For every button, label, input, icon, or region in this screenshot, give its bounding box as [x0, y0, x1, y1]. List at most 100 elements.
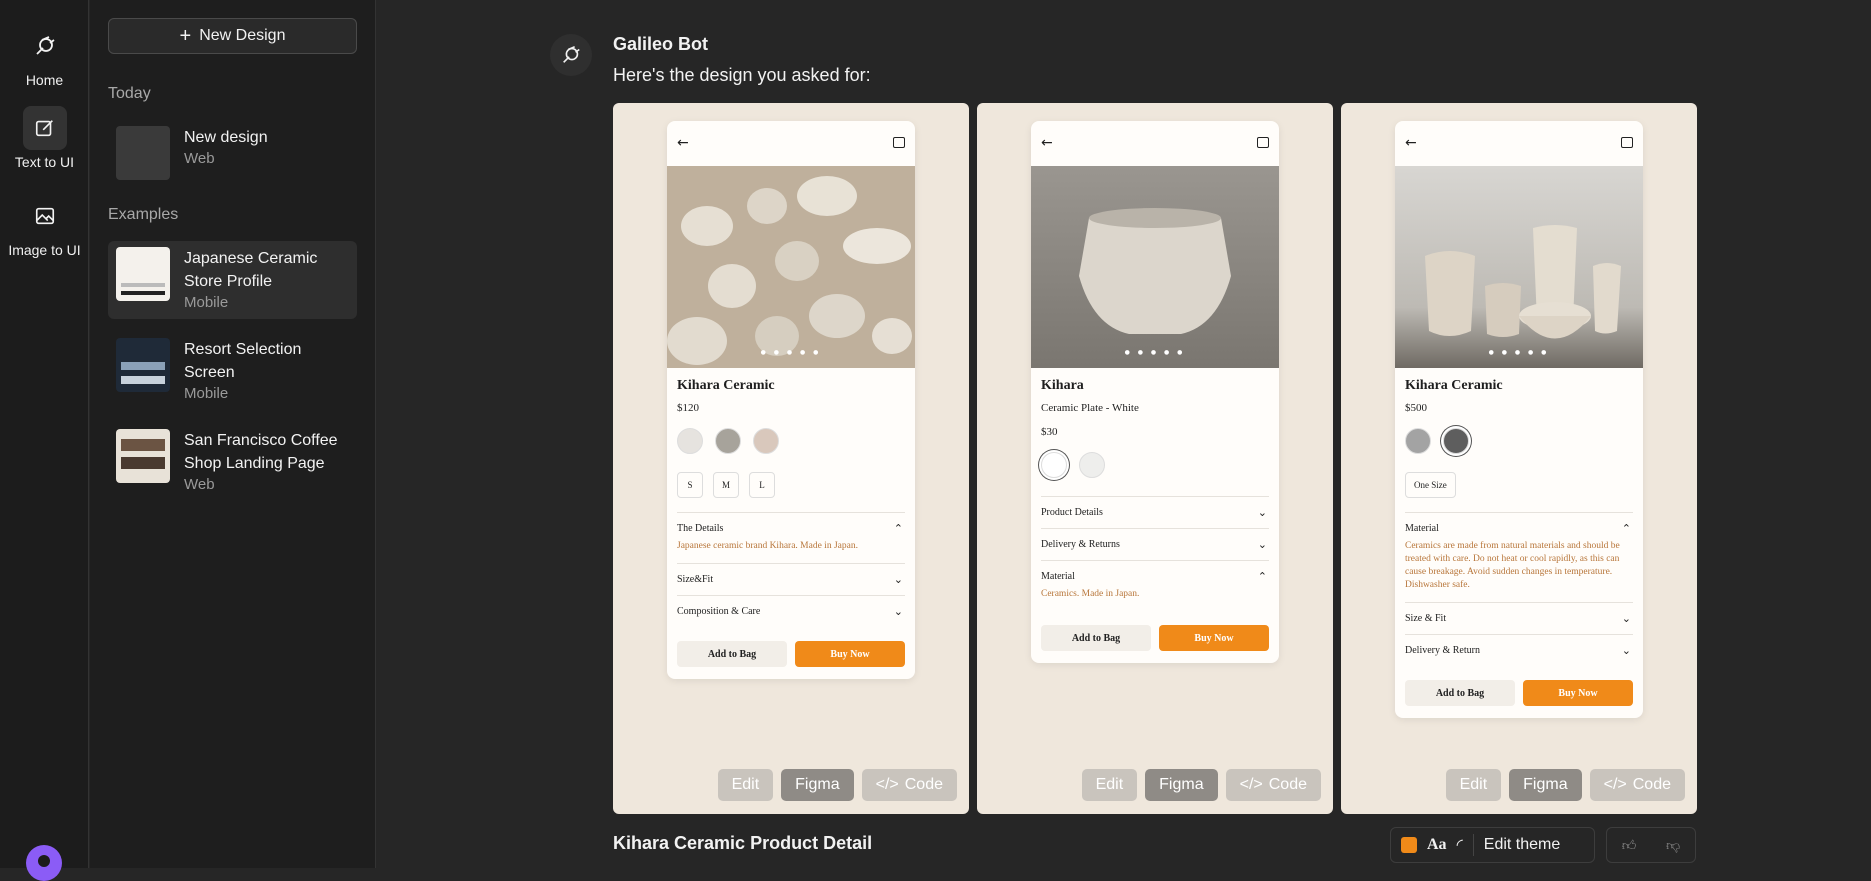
design-card[interactable]: ← ● ● ● ● ● Kihara Ceramic $120 S M L Th…: [613, 103, 969, 814]
accordion-label: Size&Fit: [677, 574, 714, 585]
code-label: Code: [904, 776, 943, 793]
bot-message: Here's the design you asked for:: [613, 65, 871, 85]
product-title: Kihara Ceramic: [1405, 378, 1503, 393]
accordion-label: Material: [1405, 523, 1439, 534]
size-option[interactable]: One Size: [1405, 472, 1456, 498]
history-item[interactable]: New design Web: [108, 120, 357, 186]
figma-button[interactable]: Figma: [1509, 769, 1582, 801]
corner-radius-icon[interactable]: ◜: [1457, 835, 1463, 855]
rail-image-to-ui-label: Image to UI: [8, 242, 81, 258]
rail-text-to-ui[interactable]: Text to UI: [0, 106, 89, 170]
chevron-up-icon: ⌃: [893, 522, 903, 535]
design-thumbnail: [116, 126, 170, 180]
accordion-material[interactable]: Material ⌃ Ceramics are made from natura…: [1405, 512, 1633, 602]
size-option[interactable]: M: [713, 472, 740, 498]
edit-theme-button[interactable]: Edit theme: [1484, 836, 1560, 854]
product-price: $30: [1041, 426, 1058, 438]
nav-rail: Home Text to UI Image to UI: [0, 0, 89, 881]
new-design-button[interactable]: + New Design: [108, 18, 357, 54]
new-design-label: New Design: [199, 27, 286, 44]
font-label[interactable]: Aa: [1427, 836, 1447, 854]
color-swatch[interactable]: [1041, 452, 1067, 478]
accordion-composition[interactable]: Composition & Care ⌄: [677, 595, 905, 627]
design-thumbnail: [116, 429, 170, 483]
code-button[interactable]: </> Code: [1589, 769, 1685, 801]
add-to-bag-button[interactable]: Add to Bag: [1041, 625, 1151, 651]
figma-button[interactable]: Figma: [781, 769, 854, 801]
buy-now-button[interactable]: Buy Now: [795, 641, 905, 667]
carousel-dots[interactable]: ● ● ● ● ●: [1395, 349, 1643, 356]
accordion-label: Product Details: [1041, 507, 1103, 518]
theme-bar[interactable]: Aa ◜ Edit theme: [1390, 827, 1595, 863]
carousel-dots[interactable]: ● ● ● ● ●: [1031, 349, 1279, 356]
code-icon: </>: [1603, 776, 1627, 793]
color-swatch[interactable]: [715, 428, 741, 454]
design-card[interactable]: ← ● ● ● ● ● Kihara Ceramic $500 One Size…: [1341, 103, 1697, 814]
chevron-up-icon: ⌃: [1621, 522, 1631, 535]
example-item[interactable]: Resort Selection Screen Mobile: [108, 332, 357, 410]
figma-button[interactable]: Figma: [1145, 769, 1218, 801]
buy-now-button[interactable]: Buy Now: [1159, 625, 1269, 651]
product-image: ● ● ● ● ●: [1395, 166, 1643, 368]
edit-button[interactable]: Edit: [1445, 769, 1502, 801]
color-swatch[interactable]: [1079, 452, 1105, 478]
carousel-dots[interactable]: ● ● ● ● ●: [667, 349, 915, 356]
color-swatch[interactable]: [1443, 428, 1469, 454]
color-swatch[interactable]: [1405, 428, 1431, 454]
accordion-desc: Japanese ceramic brand Kihara. Made in J…: [677, 541, 858, 551]
chevron-down-icon: ⌄: [893, 573, 903, 586]
accordion-size-fit[interactable]: Size&Fit ⌄: [677, 563, 905, 595]
accent-color-swatch[interactable]: [1401, 837, 1417, 853]
back-arrow-icon: ←: [1405, 135, 1417, 151]
code-button[interactable]: </> Code: [861, 769, 957, 801]
accordion-desc: Ceramics. Made in Japan.: [1041, 589, 1140, 599]
chevron-down-icon: ⌄: [893, 605, 903, 618]
accordion-delivery[interactable]: Delivery & Return ⌄: [1405, 634, 1633, 666]
color-swatch[interactable]: [677, 428, 703, 454]
code-icon: </>: [875, 776, 899, 793]
example-item[interactable]: San Francisco Coffee Shop Landing Page W…: [108, 423, 357, 501]
size-option[interactable]: S: [677, 472, 703, 498]
accordion-delivery[interactable]: Delivery & Returns ⌄: [1041, 528, 1269, 560]
size-option[interactable]: L: [749, 472, 776, 498]
chevron-down-icon: ⌄: [1257, 538, 1267, 551]
accordion-details[interactable]: The Details ⌃ Japanese ceramic brand Kih…: [677, 512, 905, 563]
code-icon: </>: [1239, 776, 1263, 793]
example-item[interactable]: Japanese Ceramic Store Profile Mobile: [108, 241, 357, 319]
color-swatch[interactable]: [753, 428, 779, 454]
example-item-subtitle: Mobile: [184, 294, 229, 311]
thumbs-down-icon[interactable]: 👎︎: [1666, 837, 1680, 854]
rail-image-to-ui[interactable]: Image to UI: [0, 194, 89, 258]
rail-text-to-ui-label: Text to UI: [14, 154, 75, 170]
accordion-product-details[interactable]: Product Details ⌄: [1041, 496, 1269, 528]
accordion-size-fit[interactable]: Size & Fit ⌄: [1405, 602, 1633, 634]
edit-button[interactable]: Edit: [717, 769, 774, 801]
accordion-material[interactable]: Material ⌃ Ceramics. Made in Japan.: [1041, 560, 1269, 611]
history-item-title: New design: [184, 129, 268, 146]
product-title: Kihara: [1041, 378, 1084, 393]
design-thumbnail: [116, 247, 170, 301]
bot-avatar: [550, 34, 592, 76]
plus-icon: +: [179, 25, 192, 47]
example-item-title: San Francisco Coffee Shop Landing Page: [184, 432, 338, 472]
design-card[interactable]: ← ● ● ● ● ● Kihara Ceramic Plate - White…: [977, 103, 1333, 814]
edit-button[interactable]: Edit: [1081, 769, 1138, 801]
today-heading: Today: [108, 85, 151, 102]
bot-name: Galileo Bot: [613, 34, 709, 54]
product-subtitle: Ceramic Plate - White: [1041, 402, 1139, 414]
accordion-label: Size & Fit: [1405, 613, 1447, 624]
add-to-bag-button[interactable]: Add to Bag: [1405, 680, 1515, 706]
code-button[interactable]: </> Code: [1225, 769, 1321, 801]
example-item-title: Resort Selection Screen: [184, 341, 302, 381]
rail-home[interactable]: Home: [0, 24, 89, 88]
thumbs-up-icon[interactable]: 👍︎: [1622, 837, 1637, 854]
example-item-subtitle: Web: [184, 476, 215, 493]
accordion-label: Delivery & Returns: [1041, 539, 1120, 550]
add-to-bag-button[interactable]: Add to Bag: [677, 641, 787, 667]
buy-now-button[interactable]: Buy Now: [1523, 680, 1633, 706]
product-price: $500: [1405, 402, 1427, 414]
accordion-label: Composition & Care: [677, 606, 761, 617]
user-avatar[interactable]: [26, 845, 62, 881]
galileo-logo-icon: [563, 45, 580, 63]
history-item-subtitle: Web: [184, 150, 215, 167]
